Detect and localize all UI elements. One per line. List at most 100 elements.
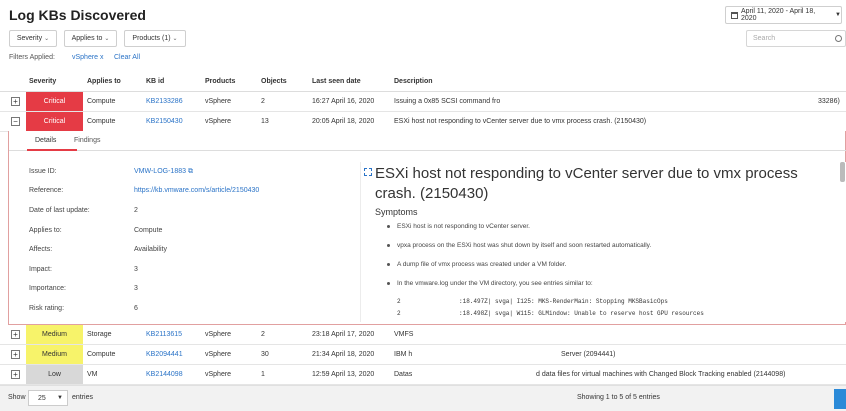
field-label: Issue ID:	[29, 168, 57, 175]
column-header-severity[interactable]: Severity	[29, 78, 56, 85]
chevron-down-icon: ⌄	[104, 36, 110, 42]
search-input[interactable]: Search	[746, 30, 846, 47]
symptom-item: In the vmware.log under the VM directory…	[387, 280, 593, 287]
product-cell: vSphere	[205, 371, 232, 378]
objects-cell: 30	[261, 351, 269, 358]
table-row[interactable]: + Critical Compute KB2133286 vSphere 2 1…	[0, 92, 846, 112]
table-row[interactable]: − Critical Compute KB2150430 vSphere 13 …	[0, 112, 846, 132]
kb-link[interactable]: KB2133286	[146, 98, 183, 105]
last-seen-cell: 21:34 April 18, 2020	[312, 351, 375, 358]
last-seen-cell: 20:05 April 18, 2020	[312, 118, 375, 125]
kb-article-panel: ESXi host not responding to vCenter serv…	[360, 162, 846, 322]
kb-link[interactable]: KB2113615	[146, 331, 182, 338]
table-row[interactable]: + Low VM KB2144098 vSphere 1 12:59 April…	[0, 365, 846, 385]
product-cell: vSphere	[205, 331, 232, 338]
description-tail: 33286)	[818, 98, 840, 105]
kb-link[interactable]: KB2094441	[146, 351, 183, 358]
chevron-down-icon: ▼	[57, 395, 63, 401]
kb-article-title: ESXi host not responding to vCenter serv…	[375, 165, 798, 202]
filter-chip-vsphere[interactable]: vSphere x	[72, 54, 104, 61]
field-value: 2	[134, 207, 138, 214]
applies-to-cell: Storage	[87, 331, 112, 338]
expand-row-icon[interactable]: +	[11, 370, 20, 379]
chevron-down-icon: ⌄	[172, 36, 178, 42]
kb-link[interactable]: KB2150430	[146, 118, 183, 125]
details-tabs: Details Findings	[9, 131, 846, 151]
product-cell: vSphere	[205, 351, 232, 358]
field-value: 6	[134, 305, 138, 312]
log-line-prefix: 2	[397, 310, 401, 317]
entries-label: entries	[72, 394, 94, 401]
severity-badge: Medium	[26, 345, 83, 364]
severity-filter-button[interactable]: Severity ⌄	[9, 30, 57, 47]
symptom-item: vpxa process on the ESXi host was shut d…	[386, 242, 652, 249]
column-header-applies-to[interactable]: Applies to	[87, 78, 121, 85]
objects-cell: 2	[261, 331, 265, 338]
table-row[interactable]: + Medium Compute KB2094441 vSphere 30 21…	[0, 345, 846, 365]
expand-icon[interactable]	[364, 168, 372, 176]
description-cell: ESXi host not responding to vCenter serv…	[394, 118, 647, 125]
description-cell: Datas	[394, 371, 413, 378]
tab-details[interactable]: Details	[35, 137, 56, 144]
products-filter-button[interactable]: Products (1) ⌄	[124, 30, 186, 47]
expand-row-icon[interactable]: +	[11, 330, 20, 339]
field-label: Impact:	[29, 266, 52, 273]
column-header-kb-id[interactable]: KB id	[146, 78, 164, 85]
table-row[interactable]: + Medium Storage KB2113615 vSphere 2 23:…	[0, 325, 846, 345]
date-range-picker[interactable]: April 11, 2020 - April 18, 2020 ▼	[725, 6, 842, 24]
tab-findings[interactable]: Findings	[74, 137, 100, 144]
field-label: Reference:	[29, 187, 64, 194]
clear-all-link[interactable]: Clear All	[114, 54, 140, 61]
applies-to-filter-button[interactable]: Applies to ⌄	[64, 30, 117, 47]
log-line: :18.497Z| svga| I125: MKS-RenderMain: St…	[459, 298, 668, 305]
applies-to-cell: Compute	[87, 351, 116, 358]
description-cell: IBM h	[394, 351, 413, 358]
expand-row-icon[interactable]: +	[11, 350, 20, 359]
objects-cell: 13	[261, 118, 269, 125]
severity-badge: Low	[26, 365, 83, 384]
active-tab-indicator	[27, 149, 77, 151]
column-header-description[interactable]: Description	[394, 78, 433, 85]
symptoms-heading: Symptoms	[375, 207, 418, 217]
table-header: Severity Applies to KB id Products Objec…	[0, 72, 846, 92]
symptom-item: A dump file of vmx process was created u…	[386, 261, 567, 268]
product-cell: vSphere	[205, 98, 232, 105]
field-label: Importance:	[29, 285, 66, 292]
field-value: Availability	[134, 246, 167, 253]
description-cell: VMFS	[394, 331, 414, 338]
chevron-down-icon: ▼	[835, 12, 841, 18]
chevron-down-icon: ⌄	[44, 36, 50, 42]
log-line-prefix: 2	[397, 298, 401, 305]
search-icon	[835, 35, 842, 42]
reference-link[interactable]: https://kb.vmware.com/s/article/2150430	[134, 187, 259, 194]
kb-panel-scrollbar[interactable]	[840, 162, 845, 182]
column-header-objects[interactable]: Objects	[261, 78, 287, 85]
objects-cell: 1	[261, 371, 265, 378]
issue-id-value: VMW-LOG-1883	[134, 168, 186, 175]
column-header-last-seen[interactable]: Last seen date	[312, 78, 361, 85]
table-footer: Show 25 ▼ entries Showing 1 to 5 of 5 en…	[0, 385, 846, 411]
field-value: Compute	[134, 227, 163, 234]
last-seen-cell: 16:27 April 16, 2020	[312, 98, 375, 105]
page-title: Log KBs Discovered	[9, 7, 146, 23]
page-size-select[interactable]: 25 ▼	[28, 390, 68, 406]
product-cell: vSphere	[205, 118, 232, 125]
symptom-item: ESXi host is not responding to vCenter s…	[387, 223, 530, 230]
kb-link[interactable]: KB2144098	[146, 371, 183, 378]
objects-cell: 2	[261, 98, 265, 105]
last-seen-cell: 12:59 April 13, 2020	[312, 371, 375, 378]
issue-id-link[interactable]: VMW-LOG-1883 ⧉	[134, 168, 193, 176]
applies-to-filter-label: Applies to	[71, 35, 103, 42]
applies-to-cell: VM	[87, 371, 98, 378]
severity-badge: Medium	[26, 325, 83, 344]
filters-applied-label: Filters Applied:	[9, 54, 55, 61]
column-header-products[interactable]: Products	[205, 78, 235, 85]
field-label: Date of last update:	[29, 207, 90, 214]
collapse-row-icon[interactable]: −	[11, 117, 20, 126]
log-line: :18.498Z| svga| W115: GLMindow: Unable t…	[459, 310, 704, 317]
description-cell: Issuing a 0x85 SCSI command fro	[394, 98, 501, 105]
severity-badge: Critical	[26, 92, 83, 111]
help-button[interactable]	[834, 389, 846, 409]
expand-row-icon[interactable]: +	[11, 97, 20, 106]
severity-badge: Critical	[26, 112, 83, 131]
